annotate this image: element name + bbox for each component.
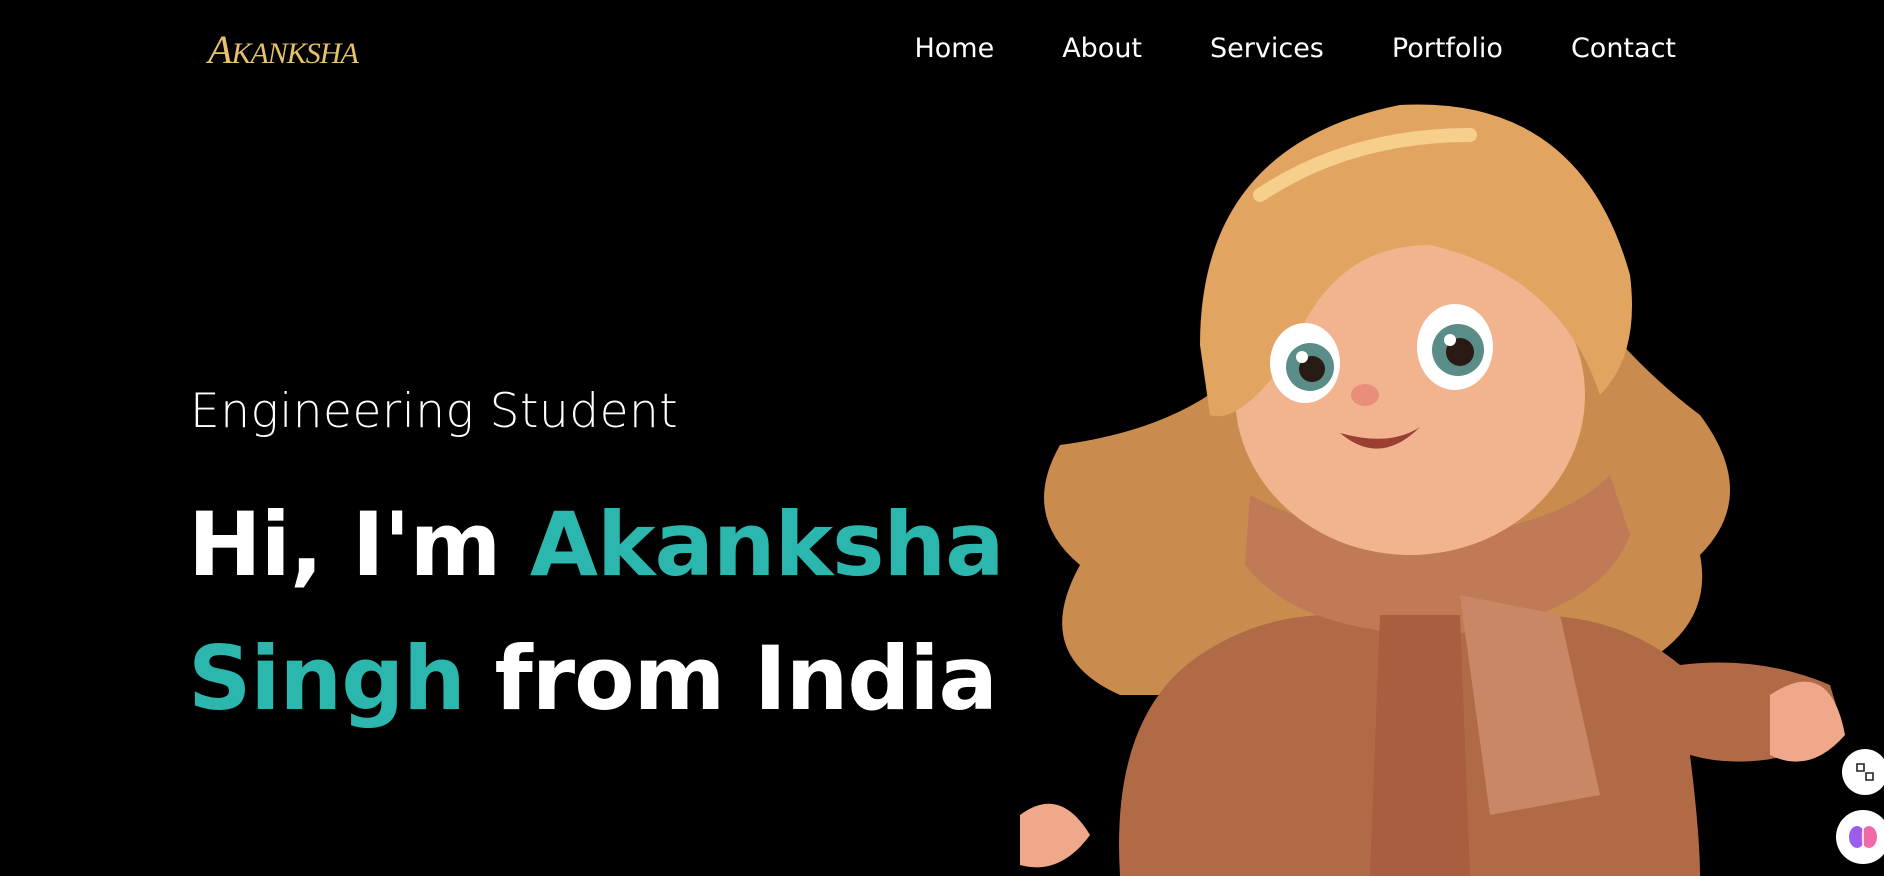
hero-greeting: Hi, I'm [188, 493, 530, 596]
hero-name-last: Singh [188, 627, 466, 730]
brain-glyph [1849, 826, 1877, 848]
hero-headline: Hi, I'm Akanksha Singh from India [188, 478, 1008, 746]
hero-suffix: from India [464, 627, 997, 730]
hero-name-first: Akanksha [529, 493, 1005, 596]
girl-illustration [1020, 104, 1845, 876]
site-logo[interactable]: AKANKSHA [208, 26, 359, 73]
nav-home[interactable]: Home [914, 33, 994, 64]
logo-initial: A [208, 27, 232, 72]
translate-icon[interactable] [1842, 749, 1884, 795]
brain-icon[interactable] [1836, 810, 1884, 864]
nav-contact[interactable]: Contact [1571, 33, 1676, 64]
main-nav: Home About Services Portfolio Contact [914, 33, 1676, 64]
nav-about[interactable]: About [1062, 33, 1142, 64]
translate-glyph [1856, 763, 1874, 781]
nav-portfolio[interactable]: Portfolio [1392, 33, 1503, 64]
nav-services[interactable]: Services [1210, 33, 1324, 64]
hero-subtitle: Engineering Student [190, 384, 679, 439]
logo-text: KANKSHA [231, 37, 358, 70]
